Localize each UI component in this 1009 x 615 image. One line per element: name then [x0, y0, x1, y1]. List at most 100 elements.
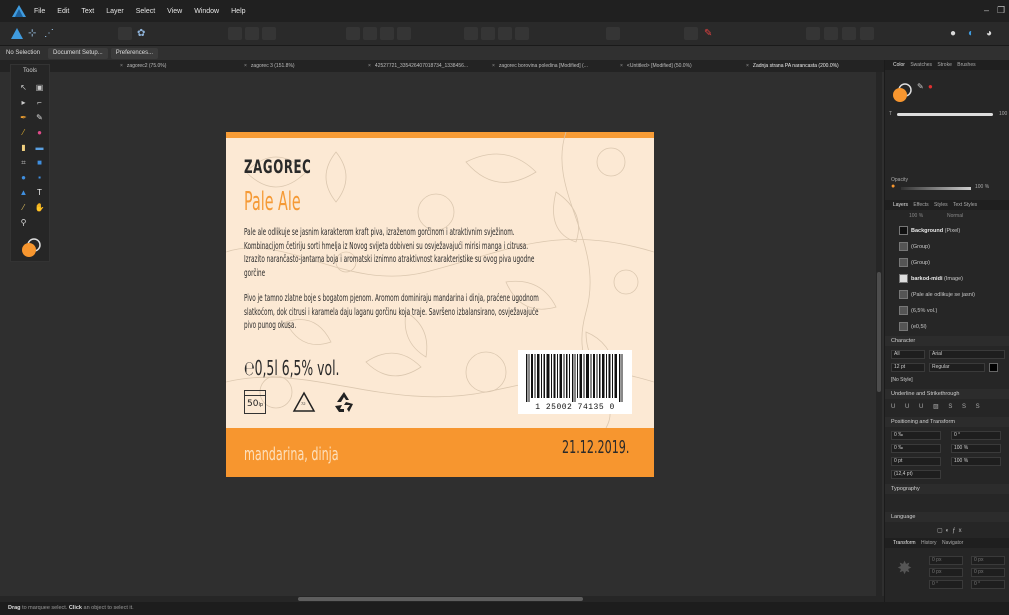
menu-window[interactable]: Window [194, 8, 219, 15]
rounded-rectangle-tool-icon[interactable]: ▪ [34, 173, 45, 183]
studio-icon[interactable]: ● [950, 27, 964, 40]
pen-tool-icon[interactable]: ✒ [18, 113, 29, 123]
menu-file[interactable]: File [34, 8, 45, 15]
eyedropper-icon[interactable]: ✎ [917, 82, 924, 91]
color-picker-tool-icon[interactable]: ⁄ [18, 203, 29, 213]
label-volume[interactable]: ℮0,5l 6,5% vol. [244, 356, 339, 380]
underline-section-title[interactable]: Underline and Strikethrough [885, 389, 1009, 399]
baseline-field[interactable]: 0 pt [891, 457, 941, 466]
transform-x-field[interactable]: 0 px [929, 556, 963, 565]
persona-designer-icon[interactable] [10, 27, 24, 40]
layer-row[interactable]: (Group) [889, 240, 1007, 254]
menu-edit[interactable]: Edit [57, 8, 69, 15]
tab-text-styles[interactable]: Text Styles [953, 202, 977, 208]
insert-inside-icon[interactable] [842, 27, 856, 40]
doc-tab[interactable]: × zagorec 3 (151.8%) [244, 60, 362, 72]
vertical-scroll-thumb[interactable] [877, 272, 881, 392]
flip-icon[interactable] [606, 27, 620, 40]
horizontal-scale-field[interactable]: 100 % [951, 444, 1001, 453]
document-icon[interactable] [118, 27, 132, 40]
tab-styles[interactable]: Styles [934, 202, 948, 208]
pencil-tool-icon[interactable]: ✎ [34, 113, 45, 123]
insert-above-icon[interactable] [860, 27, 874, 40]
fill-tool-icon[interactable]: ● [34, 128, 45, 138]
document-setup-button[interactable]: Document Setup... [48, 47, 108, 59]
text-tool-icon[interactable]: T [34, 188, 45, 198]
blend-mode[interactable]: Normal [947, 213, 963, 219]
place-image-icon[interactable]: ▬ [34, 143, 45, 153]
doc-tab[interactable]: × zagorec borovina poledina [Modified] (.… [492, 60, 614, 72]
menu-text[interactable]: Text [81, 8, 94, 15]
artboard-tool-icon[interactable]: ▣ [34, 83, 45, 93]
menu-layer[interactable]: Layer [106, 8, 124, 15]
text-color-swatch[interactable] [989, 363, 998, 372]
transform-rotation-field[interactable]: 0 ° [929, 580, 963, 589]
doc-tab-active[interactable]: × Zadnja strana PA narancasta (200.0%) [746, 60, 882, 72]
color-picker-icon[interactable]: ✎ [704, 27, 718, 40]
skew-field[interactable]: 0 ° [951, 431, 1001, 440]
insert-top-icon[interactable] [824, 27, 838, 40]
deposit-icon[interactable]: 50lp [244, 390, 266, 414]
persona-pixel-icon[interactable]: ⊹ [28, 27, 42, 40]
tab-layers[interactable]: Layers [893, 202, 908, 208]
vertical-scale-field[interactable]: 100 % [951, 457, 1001, 466]
crop-tool-icon[interactable]: ⌗ [18, 158, 29, 168]
tab-swatches[interactable]: Swatches [910, 62, 932, 68]
studio-user-icon[interactable]: ◕ [986, 27, 1000, 40]
restore-icon[interactable]: ❐ [997, 5, 1005, 16]
swap-colors-icon[interactable]: ● [928, 82, 933, 91]
label-beer-style[interactable]: Pale Ale [244, 187, 301, 217]
kerning-field[interactable]: 0 ‰ [891, 444, 941, 453]
underline-buttons-icon[interactable]: U U U ▨ S S S [891, 403, 984, 410]
tab-transform[interactable]: Transform [893, 540, 916, 546]
panel-footer-icons[interactable]: ▢◐ƒx [937, 527, 965, 534]
menu-view[interactable]: View [167, 8, 182, 15]
fill-stroke-swatch-icon[interactable] [20, 237, 42, 259]
boolean-divide-icon[interactable] [397, 27, 411, 40]
character-scope-select[interactable]: All [891, 350, 925, 359]
rectangle-tool-icon[interactable]: ■ [34, 158, 45, 168]
close-icon[interactable]: × [492, 63, 495, 69]
transform-h-field[interactable]: 0 px [971, 568, 1005, 577]
horizontal-scroll-thumb[interactable] [298, 597, 583, 601]
tab-stroke[interactable]: Stroke [937, 62, 951, 68]
typography-section-title[interactable]: Typography [885, 484, 1009, 494]
transparency-tool-icon[interactable]: ▮ [18, 143, 29, 153]
tab-effects[interactable]: Effects [913, 202, 928, 208]
doc-tab[interactable]: × 42527721_335426407018734_1338456... [368, 60, 486, 72]
layer-row[interactable]: Background (Pixel) [889, 224, 1007, 238]
close-icon[interactable]: × [746, 63, 749, 69]
label-artboard[interactable]: ZAGOREC Pale Ale Pale ale odlikuje se ja… [226, 132, 654, 477]
positioning-section-title[interactable]: Positioning and Transform [885, 417, 1009, 427]
layer-row[interactable]: (e0,5l) [889, 320, 1007, 334]
transform-shear-field[interactable]: 0 ° [971, 580, 1005, 589]
label-brand[interactable]: ZAGOREC [244, 156, 311, 178]
grid-icon[interactable] [262, 27, 276, 40]
opacity-slider[interactable] [901, 187, 971, 190]
transform-y-field[interactable]: 0 px [971, 556, 1005, 565]
tab-navigator[interactable]: Navigator [942, 540, 963, 546]
layer-row[interactable]: (Pale ale odlikuje se jasni) [889, 288, 1007, 302]
move-tool-icon[interactable]: ↖ [18, 83, 29, 93]
font-family-select[interactable]: Arial [929, 350, 1005, 359]
font-size-field[interactable]: 12 pt [891, 363, 925, 372]
character-style[interactable]: [No Style] [891, 377, 913, 383]
align-icon[interactable] [684, 27, 698, 40]
zoom-tool-icon[interactable]: ⚲ [18, 218, 29, 228]
tab-history[interactable]: History [921, 540, 937, 546]
brush-tool-icon[interactable]: ⁄ [18, 128, 29, 138]
anchor-point-icon[interactable]: ✸ [897, 558, 912, 579]
font-weight-select[interactable]: Regular [929, 363, 985, 372]
tab-brushes[interactable]: Brushes [957, 62, 975, 68]
node-tool-icon[interactable]: ▸ [18, 98, 29, 108]
layer-row[interactable]: (Group) [889, 256, 1007, 270]
tracking-field[interactable]: 0 ‰ [891, 431, 941, 440]
close-icon[interactable]: × [244, 63, 247, 69]
arrange-forward-icon[interactable] [481, 27, 495, 40]
menu-help[interactable]: Help [231, 8, 245, 15]
boolean-subtract-icon[interactable] [363, 27, 377, 40]
menu-select[interactable]: Select [136, 8, 155, 15]
snap-icon[interactable] [228, 27, 242, 40]
vertical-scrollbar[interactable] [876, 72, 882, 596]
persona-export-icon[interactable]: ⋰ [44, 27, 58, 40]
